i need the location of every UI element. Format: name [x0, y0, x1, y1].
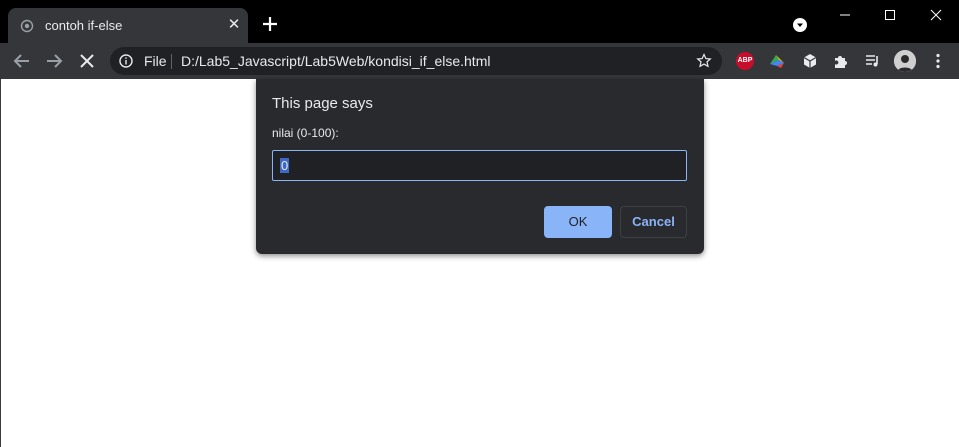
ok-button[interactable]: OK: [544, 206, 612, 238]
avatar[interactable]: [894, 50, 916, 72]
tab-search-icon[interactable]: [792, 17, 808, 33]
extensions-puzzle-icon[interactable]: [832, 52, 850, 70]
prompt-dialog: This page says nilai (0-100): 0 OK Cance…: [256, 79, 704, 254]
more-menu-icon[interactable]: [929, 52, 947, 70]
info-icon[interactable]: [119, 54, 133, 68]
close-window-icon[interactable]: [913, 4, 959, 26]
prompt-input[interactable]: 0: [272, 150, 687, 181]
forward-icon[interactable]: [42, 49, 66, 73]
globe-icon: [20, 19, 34, 33]
dialog-title: This page says: [272, 95, 373, 112]
stop-loading-icon[interactable]: [75, 49, 99, 73]
address-bar[interactable]: File D:/Lab5_Javascript/Lab5Web/kondisi_…: [110, 47, 722, 75]
dialog-message: nilai (0-100):: [272, 126, 339, 140]
url-text[interactable]: D:/Lab5_Javascript/Lab5Web/kondisi_if_el…: [181, 53, 490, 69]
tab-title: contoh if-else: [45, 18, 123, 33]
prompt-input-value: 0: [280, 158, 290, 173]
browser-titlebar: contoh if-else ✕: [0, 0, 959, 43]
minimize-icon[interactable]: [822, 4, 868, 26]
maximize-icon[interactable]: [867, 4, 913, 26]
media-control-icon[interactable]: [864, 52, 882, 70]
adblock-plus-icon[interactable]: ABP: [736, 52, 754, 70]
box-extension-icon[interactable]: [801, 52, 819, 70]
cancel-button[interactable]: Cancel: [620, 206, 687, 238]
omnibox-separator: [171, 54, 172, 69]
back-icon[interactable]: [10, 49, 34, 73]
new-tab-icon[interactable]: [258, 12, 282, 36]
browser-tab[interactable]: contoh if-else ✕: [8, 8, 248, 43]
colorful-extension-icon[interactable]: [768, 52, 786, 70]
bookmark-star-icon[interactable]: [696, 53, 712, 69]
url-scheme: File: [144, 53, 167, 69]
avatar-icon: [894, 50, 916, 72]
tab-close-icon[interactable]: ✕: [226, 17, 242, 33]
